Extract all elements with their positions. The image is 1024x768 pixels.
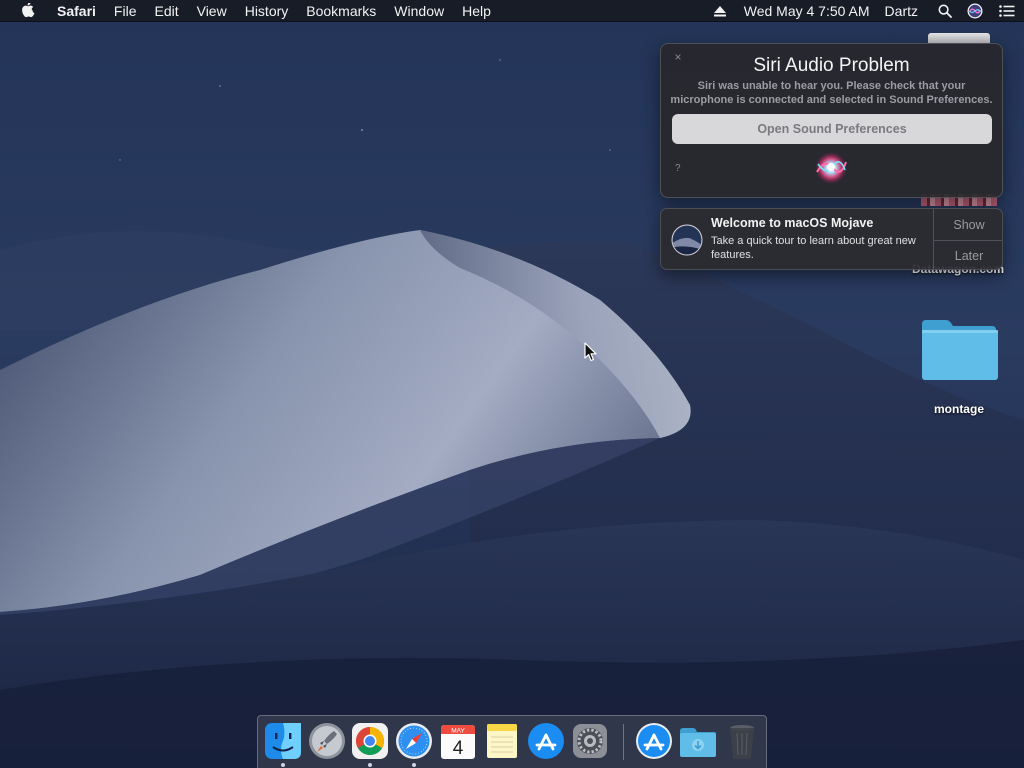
chrome-icon[interactable] xyxy=(350,721,390,761)
menu-window[interactable]: Window xyxy=(385,0,453,22)
siri-alert-panel: × Siri Audio Problem Siri was unable to … xyxy=(660,43,1003,198)
menu-bookmarks[interactable]: Bookmarks xyxy=(297,0,385,22)
siri-orb-icon[interactable] xyxy=(811,148,851,188)
mojave-notification[interactable]: Welcome to macOS Mojave Take a quick tou… xyxy=(660,208,1003,270)
app-store-downloads-icon[interactable] xyxy=(634,721,674,761)
menu-history[interactable]: History xyxy=(236,0,298,22)
app-store-icon[interactable] xyxy=(526,721,566,761)
finder-icon[interactable] xyxy=(263,721,303,761)
menu-file[interactable]: File xyxy=(105,0,146,22)
calendar-day: 4 xyxy=(453,738,464,759)
safari-icon[interactable] xyxy=(394,721,434,761)
menu-edit[interactable]: Edit xyxy=(145,0,187,22)
notification-body: Take a quick tour to learn about great n… xyxy=(711,235,916,261)
running-indicator xyxy=(368,763,372,767)
macos-mojave-icon xyxy=(671,224,703,256)
menu-user[interactable]: Dartz xyxy=(877,0,930,22)
search-icon[interactable] xyxy=(930,0,960,22)
siri-alert-title: Siri Audio Problem xyxy=(753,55,910,76)
later-button[interactable]: Later xyxy=(934,240,1002,269)
dock: MAY 4 xyxy=(257,715,767,768)
running-indicator xyxy=(412,763,416,767)
menu-bar: Safari File Edit View History Bookmarks … xyxy=(0,0,1024,22)
desktop-item-label: montage xyxy=(933,402,984,416)
calendar-month: MAY xyxy=(451,728,465,735)
desktop-item-montage[interactable]: montage xyxy=(910,316,1008,416)
drive-icon[interactable] xyxy=(928,33,990,43)
menu-app-name[interactable]: Safari xyxy=(48,0,105,22)
siri-alert-message: Siri was unable to hear you. Please chec… xyxy=(670,80,993,106)
menu-view[interactable]: View xyxy=(188,0,236,22)
notification-title: Welcome to macOS Mojave xyxy=(711,216,874,230)
downloads-folder-icon[interactable] xyxy=(678,721,718,761)
trash-icon[interactable] xyxy=(722,721,762,761)
notes-icon[interactable] xyxy=(482,721,522,761)
launchpad-icon[interactable] xyxy=(307,721,347,761)
dock-separator xyxy=(623,724,624,760)
open-sound-preferences-button[interactable]: Open Sound Preferences xyxy=(672,114,992,144)
running-indicator xyxy=(281,763,285,767)
notification-center-icon[interactable] xyxy=(990,0,1024,22)
folder-icon xyxy=(922,320,998,380)
notification-actions: Show Later xyxy=(933,209,1002,269)
calendar-icon[interactable]: MAY 4 xyxy=(438,721,478,761)
system-preferences-icon[interactable] xyxy=(570,721,610,761)
apple-icon[interactable] xyxy=(17,0,39,22)
menu-clock[interactable]: Wed May 4 7:50 AM xyxy=(737,0,877,22)
menu-help[interactable]: Help xyxy=(453,0,500,22)
help-button[interactable]: ? xyxy=(675,163,681,174)
siri-icon[interactable] xyxy=(960,0,990,22)
eject-icon[interactable] xyxy=(703,0,737,22)
show-button[interactable]: Show xyxy=(934,209,1002,240)
mouse-cursor-icon xyxy=(584,342,597,362)
